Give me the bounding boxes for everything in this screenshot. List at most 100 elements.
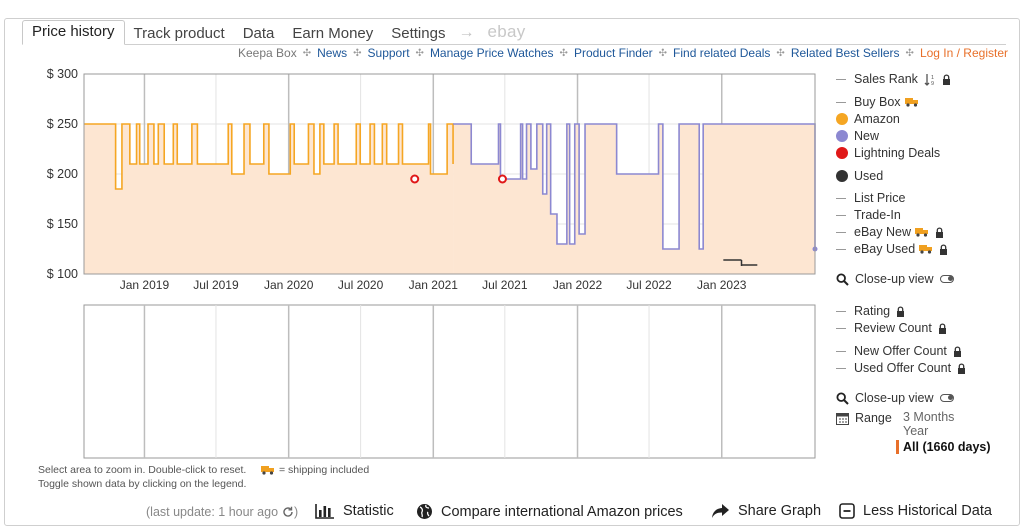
legend-label: Buy Box bbox=[854, 95, 901, 109]
separator-icon: ✣ bbox=[353, 47, 362, 59]
separator-icon: ✣ bbox=[658, 47, 668, 59]
legend-label: Sales Rank bbox=[854, 72, 918, 86]
less-historical-data-button[interactable]: Less Historical Data bbox=[839, 503, 992, 519]
legend-line-marker bbox=[836, 367, 846, 369]
toggle-icon[interactable] bbox=[939, 275, 954, 283]
svg-text:9: 9 bbox=[931, 81, 934, 86]
range-options: 3 Months Year All (1660 days) bbox=[896, 410, 991, 454]
legend-closeup-view-secondary[interactable]: Close-up view bbox=[836, 391, 954, 405]
legend-line-marker bbox=[836, 101, 846, 103]
separator-icon: ✣ bbox=[905, 47, 914, 59]
legend-amazon[interactable]: Amazon bbox=[836, 112, 900, 126]
legend-label: Used bbox=[854, 169, 884, 183]
legend-list-price[interactable]: List Price bbox=[836, 191, 905, 205]
used-dot-icon bbox=[836, 170, 848, 182]
tab-bar: Price history Track product Data Earn Mo… bbox=[22, 20, 535, 45]
chart-help-notes: Select area to zoom in. Double-click to … bbox=[38, 463, 369, 491]
bar-chart-icon bbox=[315, 504, 334, 519]
legend-label: Used Offer Count bbox=[854, 361, 952, 375]
find-related-deals-link[interactable]: Find related Deals bbox=[673, 46, 770, 60]
legend-label: Lightning Deals bbox=[854, 146, 941, 160]
minus-square-icon bbox=[839, 503, 855, 519]
lightning-dot-icon bbox=[836, 147, 848, 159]
legend-line-marker bbox=[836, 248, 846, 250]
product-finder-link[interactable]: Product Finder bbox=[574, 46, 653, 60]
legend-label: New Offer Count bbox=[854, 344, 947, 358]
manage-price-watches-link[interactable]: Manage Price Watches bbox=[430, 46, 554, 60]
bottom-toolbar: (last update: 1 hour ago ) Statistic Com… bbox=[0, 500, 1024, 526]
legend-label: Rating bbox=[854, 304, 891, 318]
last-update: (last update: 1 hour ago ) bbox=[146, 505, 298, 519]
last-update-end: ) bbox=[294, 505, 299, 519]
login-register-link[interactable]: Log In / Register bbox=[920, 46, 1008, 60]
separator-icon: ✣ bbox=[559, 47, 568, 59]
globe-icon bbox=[417, 504, 432, 519]
legend-label: Close-up view bbox=[855, 272, 934, 286]
tab-divider bbox=[22, 44, 1006, 45]
last-update-text: (last update: 1 hour ago bbox=[146, 505, 279, 519]
compare-international-button[interactable]: Compare international Amazon prices bbox=[416, 503, 683, 520]
legend-review-count[interactable]: Review Count bbox=[836, 321, 947, 335]
support-link[interactable]: Support bbox=[368, 46, 410, 60]
legend-trade-in[interactable]: Trade-In bbox=[836, 208, 901, 222]
share-label: Share Graph bbox=[738, 503, 822, 519]
legend-ebay-used[interactable]: eBay Used bbox=[836, 242, 948, 256]
legend-new[interactable]: New bbox=[836, 129, 879, 143]
tab-track-product[interactable]: Track product bbox=[125, 23, 234, 45]
lock-icon bbox=[942, 73, 951, 85]
range-all[interactable]: All (1660 days) bbox=[896, 440, 991, 454]
legend-lightning-deals[interactable]: Lightning Deals bbox=[836, 146, 940, 160]
legend-closeup-view-price[interactable]: Close-up view bbox=[836, 272, 954, 286]
legend-buy-box[interactable]: Buy Box bbox=[836, 95, 919, 109]
separator-icon: ✣ bbox=[776, 47, 785, 59]
sub-navigation: Keepa Box ✣ News ✣ Support ✣ Manage Pric… bbox=[238, 46, 1008, 60]
legend-used[interactable]: Used bbox=[836, 169, 883, 183]
amazon-dot-icon bbox=[836, 113, 848, 125]
range-year[interactable]: Year bbox=[903, 424, 991, 438]
legend-line-marker bbox=[836, 78, 846, 80]
lock-icon bbox=[935, 226, 944, 238]
new-dot-icon bbox=[836, 130, 848, 142]
arrow-right-icon: → bbox=[458, 24, 475, 41]
legend-ebay-new[interactable]: eBay New bbox=[836, 225, 944, 239]
less-label: Less Historical Data bbox=[863, 503, 992, 519]
legend-used-offer-count[interactable]: Used Offer Count bbox=[836, 361, 966, 375]
related-best-sellers-link[interactable]: Related Best Sellers bbox=[791, 46, 900, 60]
tab-price-history[interactable]: Price history bbox=[22, 20, 125, 45]
legend-label: Close-up view bbox=[855, 391, 934, 405]
search-icon bbox=[836, 272, 849, 286]
share-graph-button[interactable]: Share Graph bbox=[711, 503, 821, 519]
news-link[interactable]: News bbox=[317, 46, 347, 60]
shipping-note: = shipping included bbox=[261, 463, 369, 477]
legend-new-offer-count[interactable]: New Offer Count bbox=[836, 344, 962, 358]
lock-icon bbox=[938, 322, 947, 334]
legend-line-marker bbox=[836, 350, 846, 352]
legend-line-marker bbox=[836, 310, 846, 312]
search-icon bbox=[836, 391, 849, 405]
zoom-hint: Select area to zoom in. Double-click to … bbox=[38, 464, 247, 476]
legend-label: New bbox=[854, 129, 880, 143]
legend-hint: Toggle shown data by clicking on the leg… bbox=[38, 478, 247, 490]
range-3-months[interactable]: 3 Months bbox=[903, 410, 991, 424]
separator-icon: ✣ bbox=[302, 47, 312, 59]
legend-sales-rank[interactable]: Sales Rank 19 bbox=[836, 72, 951, 86]
statistic-button[interactable]: Statistic bbox=[315, 503, 394, 519]
legend-label: List Price bbox=[854, 191, 906, 205]
compare-label: Compare international Amazon prices bbox=[441, 503, 683, 520]
legend-rating[interactable]: Rating bbox=[836, 304, 905, 318]
toggle-icon[interactable] bbox=[939, 394, 954, 402]
legend-label: Amazon bbox=[854, 112, 900, 126]
lock-icon bbox=[953, 345, 962, 357]
legend-label: eBay Used bbox=[854, 242, 916, 256]
refresh-icon[interactable] bbox=[282, 506, 294, 518]
shipping-note-text: = shipping included bbox=[279, 464, 370, 476]
legend-label: eBay New bbox=[854, 225, 911, 239]
legend-label: Range bbox=[855, 411, 892, 425]
legend-line-marker bbox=[836, 197, 846, 199]
legend-line-marker bbox=[836, 231, 846, 233]
tab-data[interactable]: Data bbox=[234, 23, 284, 45]
tab-ebay[interactable]: ebay bbox=[478, 20, 534, 45]
tab-settings[interactable]: Settings bbox=[382, 23, 454, 45]
truck-icon bbox=[904, 97, 919, 107]
tab-earn-money[interactable]: Earn Money bbox=[283, 23, 382, 45]
